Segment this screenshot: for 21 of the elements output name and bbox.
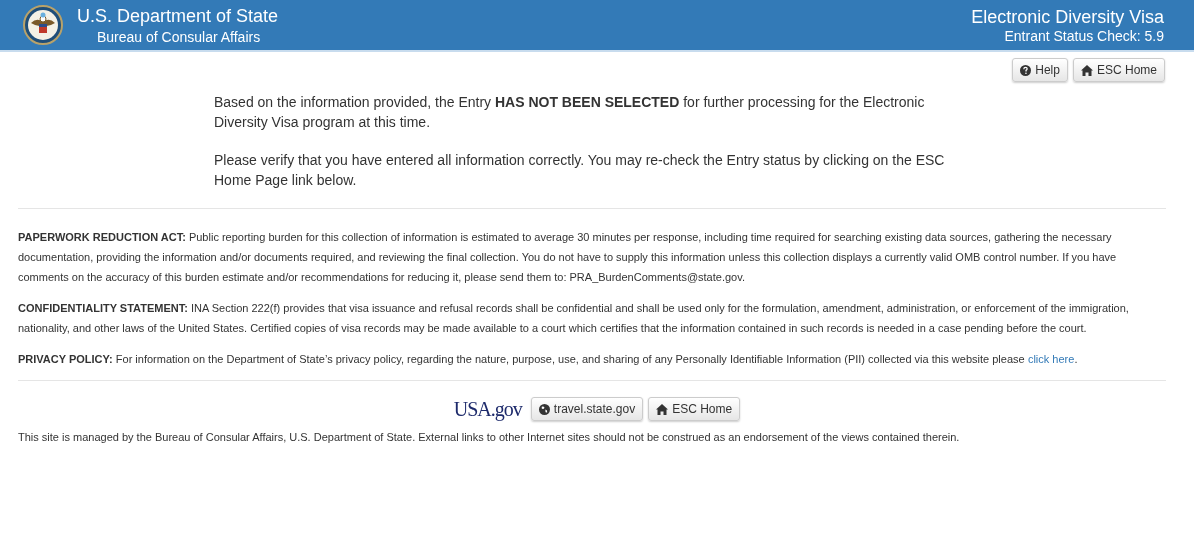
footer-note: This site is managed by the Bureau of Consular Affairs, U.S. Department of State. External links to other Internet sites should not be construed as an endorsement of the views contained therein. (18, 431, 961, 443)
home-button[interactable]: ESC Home (1072, 58, 1165, 82)
globe-icon (538, 403, 550, 415)
notice-text: PAPERWORK REDUCTION ACT: Public reporting burden for this collection of information is estimated to average 30 minutes per response, including time required for searching existing data sources, gathering the necessary documentation, providing the information and/or documents required, and reviewing the final collection. You do not have to supply this information unless this collection displays a currently valid OMB control number. If you have comments on the accuracy of this burden estimate and/or recommendations for reducing it, please send them to: PRA_BurdenComments@state.gov. (18, 231, 1117, 283)
home-icon (1080, 64, 1093, 76)
eagle-seal-icon (23, 5, 63, 45)
help-button[interactable]: Help (1012, 58, 1068, 82)
bureau-subtitle: Bureau of Consular Affairs (96, 28, 262, 45)
travel-site-button[interactable]: travel.state.gov (530, 397, 644, 421)
home-button[interactable]: ESC Home (648, 397, 741, 421)
home-icon (656, 403, 669, 415)
help-icon (1020, 64, 1032, 76)
app-version: Entrant Status Check: 5.9 (1004, 27, 1164, 44)
notice-text: CONFIDENTIALITY STATEMENT: INA Section 222(f) provides that visa issuance and refusal records shall be confidential and shall be used only for the formulation, amendment, administration, or enforcement of the immigration, nationality, and other laws of the United States. Certified copies of visa records may be made available to a court which certifies that the information contained in such records is needed in a case pending before the court. (18, 302, 1129, 334)
usa-gov-logo[interactable]: USA.gov (453, 397, 522, 421)
app-title: Electronic Diversity Visa (971, 6, 1164, 28)
notice-text: PRIVACY POLICY: For information on the Department of State’s privacy policy, regarding the nature, purpose, use, and sharing of any Personally Identifiable Information (PII) collected via this website please (18, 353, 1025, 365)
result-message: Please verify that you have entered all information correctly. You may re-check the Entry status by clicking on the ESC Home Page link below. (214, 151, 946, 190)
department-title: U.S. Department of State (77, 5, 279, 27)
result-message: Based on the information provided, the Entry HAS NOT BEEN SELECTED for further processing for the Electronic Diversity Visa program at this time. (214, 93, 926, 132)
punctuation: . (1074, 353, 1078, 365)
